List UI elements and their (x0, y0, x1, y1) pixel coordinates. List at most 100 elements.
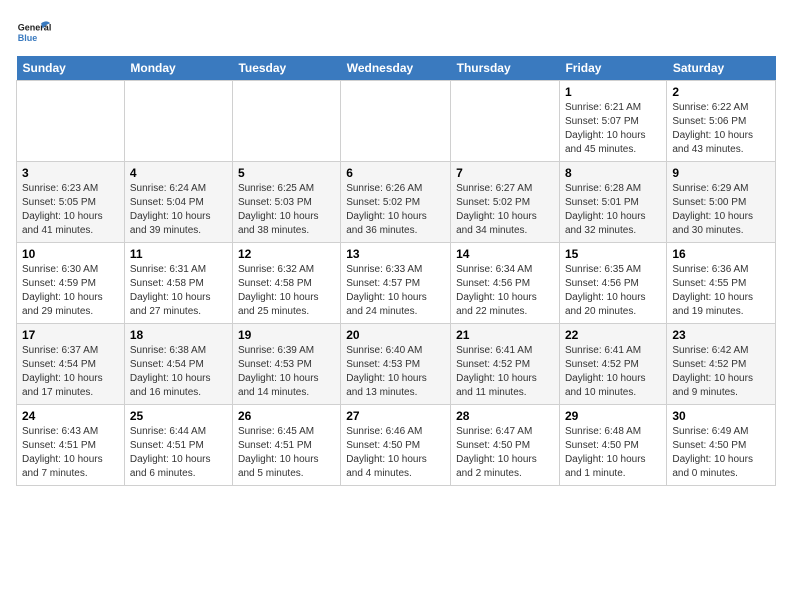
calendar-cell: 26Sunrise: 6:45 AM Sunset: 4:51 PM Dayli… (232, 405, 340, 486)
day-number: 5 (238, 166, 335, 180)
day-number: 16 (672, 247, 770, 261)
calendar-cell: 30 Sunrise: 6:49 AM Sunset: 4:50 PM Dayli… (667, 405, 776, 486)
calendar-week-row: 24 Sunrise: 6:43 AM Sunset: 4:51 PM Dayli… (17, 405, 776, 486)
day-number: 1 (565, 85, 661, 99)
day-info: Sunrise: 6:35 AM Sunset: 4:56 PM Dayligh… (565, 263, 661, 319)
day-number: 23 (672, 328, 770, 342)
calendar-cell: 6 Sunrise: 6:26 AM Sunset: 5:02 PM Daylig… (341, 162, 451, 243)
calendar-cell (451, 81, 560, 162)
day-number: 28 (456, 409, 554, 423)
day-info: Sunrise: 6:49 AM Sunset: 4:50 PM Dayligh… (672, 425, 770, 481)
day-number: 14 (456, 247, 554, 261)
calendar-cell: 21 Sunrise: 6:41 AM Sunset: 4:52 PM Dayli… (451, 324, 560, 405)
day-header-thursday: Thursday (451, 56, 560, 81)
day-number: 11 (130, 247, 227, 261)
logo-icon: General Blue (16, 16, 52, 52)
calendar-cell: 22 Sunrise: 6:41 AM Sunset: 4:52 PM Dayli… (559, 324, 666, 405)
calendar-cell (341, 81, 451, 162)
calendar-cell: 20 Sunrise: 6:40 AM Sunset: 4:53 PM Dayli… (341, 324, 451, 405)
calendar-week-row: 10Sunrise: 6:30 AM Sunset: 4:59 PM Dayli… (17, 243, 776, 324)
day-info: Sunrise: 6:25 AM Sunset: 5:03 PM Dayligh… (238, 182, 335, 238)
calendar-cell: 28 Sunrise: 6:47 AM Sunset: 4:50 PM Dayli… (451, 405, 560, 486)
calendar-cell: 16 Sunrise: 6:36 AM Sunset: 4:55 PM Dayli… (667, 243, 776, 324)
calendar-cell: 25 Sunrise: 6:44 AM Sunset: 4:51 PM Dayli… (124, 405, 232, 486)
day-info: Sunrise: 6:26 AM Sunset: 5:02 PM Dayligh… (346, 182, 445, 238)
day-info: Sunrise: 6:28 AM Sunset: 5:01 PM Dayligh… (565, 182, 661, 238)
day-info: Sunrise: 6:40 AM Sunset: 4:53 PM Dayligh… (346, 344, 445, 400)
day-number: 27 (346, 409, 445, 423)
day-number: 15 (565, 247, 661, 261)
day-number: 6 (346, 166, 445, 180)
day-info: Sunrise: 6:21 AM Sunset: 5:07 PM Dayligh… (565, 101, 661, 157)
day-number: 13 (346, 247, 445, 261)
calendar-cell: 4 Sunrise: 6:24 AM Sunset: 5:04 PM Daylig… (124, 162, 232, 243)
day-info: Sunrise: 6:47 AM Sunset: 4:50 PM Dayligh… (456, 425, 554, 481)
day-number: 17 (22, 328, 119, 342)
svg-text:Blue: Blue (18, 33, 38, 43)
calendar-cell: 3 Sunrise: 6:23 AM Sunset: 5:05 PM Daylig… (17, 162, 125, 243)
day-info: Sunrise: 6:39 AM Sunset: 4:53 PM Dayligh… (238, 344, 335, 400)
calendar-cell: 12 Sunrise: 6:32 AM Sunset: 4:58 PM Dayli… (232, 243, 340, 324)
day-number: 25 (130, 409, 227, 423)
day-number: 4 (130, 166, 227, 180)
page-header: General Blue (16, 16, 776, 52)
day-number: 30 (672, 409, 770, 423)
calendar-cell: 14 Sunrise: 6:34 AM Sunset: 4:56 PM Dayli… (451, 243, 560, 324)
calendar-cell: 18Sunrise: 6:38 AM Sunset: 4:54 PM Dayli… (124, 324, 232, 405)
day-header-sunday: Sunday (17, 56, 125, 81)
calendar-cell (124, 81, 232, 162)
calendar-cell: 2 Sunrise: 6:22 AM Sunset: 5:06 PM Daylig… (667, 81, 776, 162)
day-info: Sunrise: 6:41 AM Sunset: 4:52 PM Dayligh… (565, 344, 661, 400)
day-number: 20 (346, 328, 445, 342)
calendar-header-row: SundayMondayTuesdayWednesdayThursdayFrid… (17, 56, 776, 81)
day-info: Sunrise: 6:43 AM Sunset: 4:51 PM Dayligh… (22, 425, 119, 481)
day-info: Sunrise: 6:44 AM Sunset: 4:51 PM Dayligh… (130, 425, 227, 481)
day-info: Sunrise: 6:42 AM Sunset: 4:52 PM Dayligh… (672, 344, 770, 400)
calendar-cell: 29 Sunrise: 6:48 AM Sunset: 4:50 PM Dayli… (559, 405, 666, 486)
day-header-friday: Friday (559, 56, 666, 81)
day-number: 29 (565, 409, 661, 423)
day-info: Sunrise: 6:24 AM Sunset: 5:04 PM Dayligh… (130, 182, 227, 238)
day-info: Sunrise: 6:33 AM Sunset: 4:57 PM Dayligh… (346, 263, 445, 319)
day-number: 22 (565, 328, 661, 342)
day-number: 2 (672, 85, 770, 99)
day-number: 9 (672, 166, 770, 180)
day-info: Sunrise: 6:31 AM Sunset: 4:58 PM Dayligh… (130, 263, 227, 319)
day-info: Sunrise: 6:36 AM Sunset: 4:55 PM Dayligh… (672, 263, 770, 319)
day-info: Sunrise: 6:23 AM Sunset: 5:05 PM Dayligh… (22, 182, 119, 238)
calendar-cell: 23 Sunrise: 6:42 AM Sunset: 4:52 PM Dayli… (667, 324, 776, 405)
day-number: 7 (456, 166, 554, 180)
day-info: Sunrise: 6:48 AM Sunset: 4:50 PM Dayligh… (565, 425, 661, 481)
day-number: 26 (238, 409, 335, 423)
day-info: Sunrise: 6:37 AM Sunset: 4:54 PM Dayligh… (22, 344, 119, 400)
day-info: Sunrise: 6:29 AM Sunset: 5:00 PM Dayligh… (672, 182, 770, 238)
calendar-cell: 19Sunrise: 6:39 AM Sunset: 4:53 PM Dayli… (232, 324, 340, 405)
calendar-cell: 5 Sunrise: 6:25 AM Sunset: 5:03 PM Daylig… (232, 162, 340, 243)
calendar-cell: 10Sunrise: 6:30 AM Sunset: 4:59 PM Dayli… (17, 243, 125, 324)
day-header-saturday: Saturday (667, 56, 776, 81)
day-info: Sunrise: 6:22 AM Sunset: 5:06 PM Dayligh… (672, 101, 770, 157)
calendar-cell (17, 81, 125, 162)
day-number: 8 (565, 166, 661, 180)
calendar-cell: 24 Sunrise: 6:43 AM Sunset: 4:51 PM Dayli… (17, 405, 125, 486)
day-number: 18 (130, 328, 227, 342)
day-header-tuesday: Tuesday (232, 56, 340, 81)
calendar-cell: 11 Sunrise: 6:31 AM Sunset: 4:58 PM Dayli… (124, 243, 232, 324)
day-info: Sunrise: 6:41 AM Sunset: 4:52 PM Dayligh… (456, 344, 554, 400)
day-info: Sunrise: 6:46 AM Sunset: 4:50 PM Dayligh… (346, 425, 445, 481)
day-number: 21 (456, 328, 554, 342)
day-number: 24 (22, 409, 119, 423)
day-info: Sunrise: 6:32 AM Sunset: 4:58 PM Dayligh… (238, 263, 335, 319)
calendar-week-row: 17 Sunrise: 6:37 AM Sunset: 4:54 PM Dayli… (17, 324, 776, 405)
day-number: 12 (238, 247, 335, 261)
day-number: 10 (22, 247, 119, 261)
day-header-wednesday: Wednesday (341, 56, 451, 81)
calendar-cell: 7Sunrise: 6:27 AM Sunset: 5:02 PM Daylig… (451, 162, 560, 243)
calendar-cell: 8 Sunrise: 6:28 AM Sunset: 5:01 PM Daylig… (559, 162, 666, 243)
calendar-cell: 27 Sunrise: 6:46 AM Sunset: 4:50 PM Dayli… (341, 405, 451, 486)
calendar-cell: 13 Sunrise: 6:33 AM Sunset: 4:57 PM Dayli… (341, 243, 451, 324)
day-number: 3 (22, 166, 119, 180)
day-header-monday: Monday (124, 56, 232, 81)
day-info: Sunrise: 6:34 AM Sunset: 4:56 PM Dayligh… (456, 263, 554, 319)
calendar-cell: 9 Sunrise: 6:29 AM Sunset: 5:00 PM Daylig… (667, 162, 776, 243)
